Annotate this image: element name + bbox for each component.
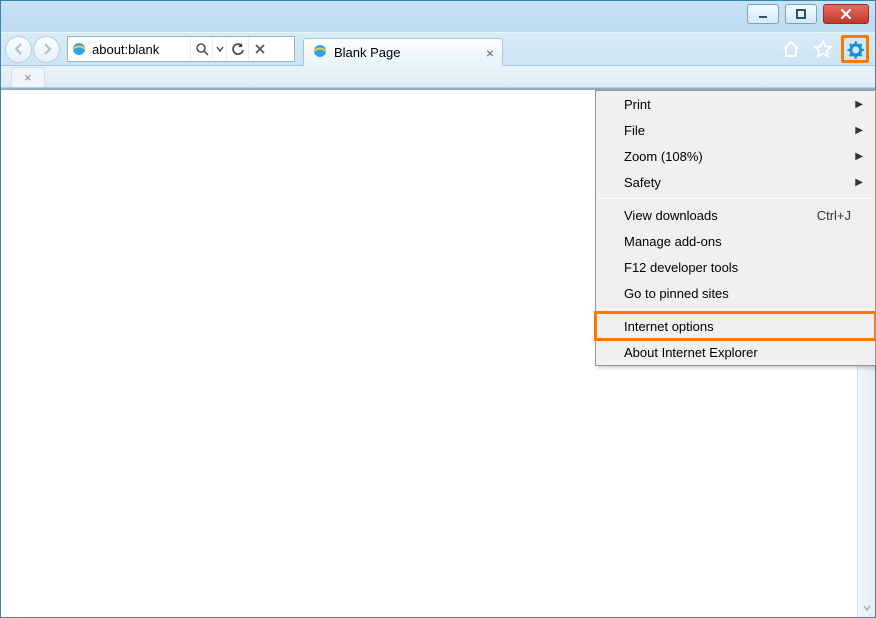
menu-shortcut: Ctrl+J: [817, 208, 851, 223]
menu-separator: [598, 309, 873, 310]
toolbar: Blank Page ×: [1, 32, 875, 66]
menu-item-f12-devtools[interactable]: F12 developer tools: [596, 254, 875, 280]
menu-label: About Internet Explorer: [624, 345, 758, 360]
star-icon: [812, 38, 834, 60]
menu-label: Zoom (108%): [624, 149, 703, 164]
menu-item-print[interactable]: Print ▶: [596, 91, 875, 117]
tab-blank-page[interactable]: Blank Page ×: [303, 38, 503, 66]
menu-label: View downloads: [624, 208, 718, 223]
content-wrap: Print ▶ File ▶ Zoom (108%) ▶ Safety ▶ Vi…: [1, 88, 875, 617]
chevron-down-icon: [862, 603, 872, 613]
tab-title: Blank Page: [334, 45, 401, 60]
menu-item-about-ie[interactable]: About Internet Explorer: [596, 339, 875, 365]
ie-logo-icon: [68, 41, 90, 57]
menu-label: File: [624, 123, 645, 138]
search-icon: [195, 42, 209, 56]
ie-logo-icon: [312, 43, 328, 62]
submenu-arrow-icon: ▶: [855, 125, 863, 136]
submenu-arrow-icon: ▶: [855, 99, 863, 110]
refresh-button[interactable]: [226, 38, 248, 60]
refresh-icon: [231, 42, 245, 56]
menu-label: Print: [624, 97, 651, 112]
back-button[interactable]: [5, 36, 32, 63]
minimize-button[interactable]: [747, 4, 779, 24]
chevron-down-icon: [216, 45, 224, 53]
menu-separator: [598, 198, 873, 199]
secondary-tab-row: ×: [1, 66, 875, 88]
search-button[interactable]: [190, 38, 212, 60]
tools-button[interactable]: [841, 35, 869, 63]
menu-label: Safety: [624, 175, 661, 190]
menu-label: F12 developer tools: [624, 260, 738, 275]
maximize-icon: [795, 8, 807, 20]
menu-label: Internet options: [624, 319, 714, 334]
submenu-arrow-icon: ▶: [855, 151, 863, 162]
submenu-arrow-icon: ▶: [855, 177, 863, 188]
ie-window: Blank Page × ×: [0, 0, 876, 618]
forward-button[interactable]: [33, 36, 60, 63]
titlebar: [1, 1, 875, 32]
url-input[interactable]: [90, 38, 190, 60]
back-arrow-icon: [12, 42, 26, 56]
toolbar-right: [777, 35, 871, 63]
gear-icon: [844, 38, 866, 60]
menu-item-view-downloads[interactable]: View downloads Ctrl+J: [596, 202, 875, 228]
menu-item-zoom[interactable]: Zoom (108%) ▶: [596, 143, 875, 169]
home-button[interactable]: [777, 35, 805, 63]
secondary-tab[interactable]: ×: [11, 67, 45, 87]
home-icon: [780, 38, 802, 60]
close-icon: [840, 8, 852, 20]
tools-menu: Print ▶ File ▶ Zoom (108%) ▶ Safety ▶ Vi…: [595, 90, 876, 366]
close-button[interactable]: [823, 4, 869, 24]
tabstrip: Blank Page ×: [303, 32, 503, 66]
menu-item-file[interactable]: File ▶: [596, 117, 875, 143]
search-dropdown[interactable]: [212, 38, 226, 60]
stop-icon: [254, 43, 266, 55]
menu-label: Manage add-ons: [624, 234, 722, 249]
minimize-icon: [757, 8, 769, 20]
menu-item-pinned-sites[interactable]: Go to pinned sites: [596, 280, 875, 306]
secondary-tab-close[interactable]: ×: [24, 70, 32, 85]
maximize-button[interactable]: [785, 4, 817, 24]
stop-button[interactable]: [248, 38, 270, 60]
forward-arrow-icon: [40, 42, 54, 56]
menu-item-internet-options[interactable]: Internet options: [596, 313, 875, 339]
menu-item-safety[interactable]: Safety ▶: [596, 169, 875, 195]
menu-label: Go to pinned sites: [624, 286, 729, 301]
tab-close-button[interactable]: ×: [486, 45, 494, 61]
favorites-button[interactable]: [809, 35, 837, 63]
scroll-down-button[interactable]: [858, 599, 875, 617]
menu-item-manage-addons[interactable]: Manage add-ons: [596, 228, 875, 254]
address-bar[interactable]: [67, 36, 295, 62]
